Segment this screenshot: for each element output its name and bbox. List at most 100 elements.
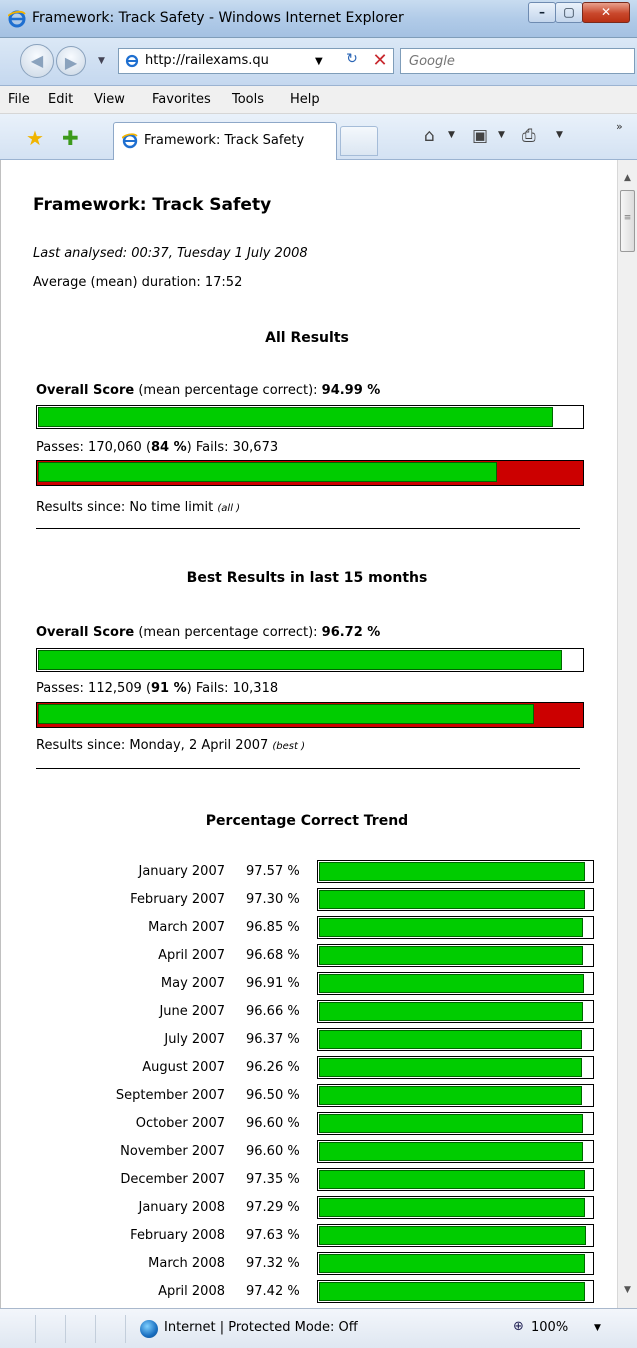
all-passes-fails: Passes: 170,060 (84 %) Fails: 30,673 [36,440,278,455]
trend-bar-fill [319,1058,582,1077]
status-segment [96,1315,126,1343]
best-overall-score: Overall Score (mean percentage correct):… [36,625,380,640]
score-description: (mean percentage correct): [134,625,322,640]
zoom-level[interactable]: 100% [531,1320,568,1335]
tab-framework-track-safety[interactable]: Framework: Track Safety [113,122,337,160]
trend-month: November 2007 [120,1144,225,1159]
fails-text: ) Fails: 10,318 [186,681,279,696]
trend-row: October 2007 96.60 % [33,1112,594,1135]
trend-row: June 2007 96.66 % [33,1000,594,1023]
best-pass-fill [38,704,534,724]
trend-bar [317,1056,594,1079]
trend-row: July 2007 96.37 % [33,1028,594,1051]
home-icon[interactable]: ⌂ [424,126,435,146]
menu-help[interactable]: Help [290,92,320,107]
trend-row: February 2007 97.30 % [33,888,594,911]
trend-bar [317,1084,594,1107]
feeds-icon[interactable]: ▣ [472,126,488,146]
trend-bar-fill [319,862,585,881]
recent-pages-dropdown[interactable]: ▼ [98,56,105,66]
page-viewport: Framework: Track Safety Last analysed: 0… [0,160,617,1308]
favorites-center-icon[interactable]: ★ [26,126,44,150]
new-tab-button[interactable] [340,126,378,156]
trend-bar [317,888,594,911]
scroll-up-arrow-icon[interactable]: ▲ [618,168,637,188]
forward-arrow-icon: ▶ [64,53,78,72]
scroll-down-arrow-icon[interactable]: ▼ [618,1280,637,1300]
trend-month: December 2007 [120,1172,225,1187]
trend-row: January 2008 97.29 % [33,1196,594,1219]
score-value: 96.72 % [321,625,381,640]
url-text[interactable]: http://railexams.qu [145,53,269,68]
title-bar: Framework: Track Safety - Windows Intern… [0,0,637,38]
trend-bar [317,1140,594,1163]
trend-bar-fill [319,890,585,909]
menu-edit[interactable]: Edit [48,92,73,107]
url-field[interactable]: http://railexams.qu ▼ ↻ ✕ [118,48,394,74]
scroll-thumb[interactable]: ≡ [620,190,635,252]
search-box[interactable] [400,48,635,74]
trend-row: April 2007 96.68 % [33,944,594,967]
best-results-since: Results since: Monday, 2 April 2007 (bes… [36,738,305,753]
zoom-dropdown-icon[interactable]: ▼ [594,1323,601,1333]
trend-bar-fill [319,1114,583,1133]
trend-percent: 96.60 % [246,1116,300,1131]
maximize-button[interactable]: ▢ [555,2,583,23]
close-button[interactable]: ✕ [582,2,630,23]
trend-heading: Percentage Correct Trend [205,813,409,829]
menu-favorites[interactable]: Favorites [152,92,211,107]
menu-view[interactable]: View [94,92,125,107]
forward-button[interactable]: ▶ [56,46,86,76]
back-button[interactable]: ◀ [20,44,54,78]
add-favorites-icon[interactable]: ✚ [62,126,79,150]
trend-month: February 2007 [130,892,225,907]
trend-row: December 2007 97.35 % [33,1168,594,1191]
trend-month: September 2007 [115,1088,225,1103]
minimize-button[interactable]: – [528,2,556,23]
url-dropdown-icon[interactable]: ▼ [315,56,323,67]
vertical-scrollbar[interactable]: ▲ ≡ ▼ [617,160,637,1308]
feeds-dropdown-icon[interactable]: ▼ [498,130,505,140]
trend-month: January 2007 [138,864,226,879]
trend-percent: 96.50 % [246,1088,300,1103]
menu-file[interactable]: File [8,92,30,107]
best-score-bar-fill [38,650,562,670]
trend-percent: 96.66 % [246,1004,300,1019]
passes-percent: 84 % [151,440,187,455]
fails-text: ) Fails: 30,673 [186,440,279,455]
trend-month: April 2007 [158,948,225,963]
trend-percent: 96.68 % [246,948,300,963]
trend-bar [317,1196,594,1219]
trend-percent: 96.37 % [246,1032,300,1047]
trend-month: May 2007 [160,976,225,991]
menu-tools[interactable]: Tools [232,92,264,107]
trend-row: February 2008 97.63 % [33,1224,594,1247]
best-passes-fails: Passes: 112,509 (91 %) Fails: 10,318 [36,681,278,696]
overall-score-label: Overall Score [36,383,135,398]
all-overall-score: Overall Score (mean percentage correct):… [36,383,380,398]
address-bar: ◀ ▶ ▼ http://railexams.qu ▼ ↻ ✕ [0,38,637,86]
home-dropdown-icon[interactable]: ▼ [448,130,455,140]
search-input[interactable] [401,49,634,73]
tab-page-icon [122,133,138,149]
trend-month: February 2008 [130,1228,225,1243]
trend-month: August 2007 [142,1060,225,1075]
print-dropdown-icon[interactable]: ▼ [556,130,563,140]
results-since-text: Results since: Monday, 2 April 2007 [36,738,273,753]
all-score-bar-fill [38,407,553,427]
passes-text: Passes: 112,509 ( [36,681,152,696]
trend-bar [317,944,594,967]
stop-icon[interactable]: ✕ [369,50,391,72]
trend-bar-fill [319,1030,582,1049]
zoom-icon[interactable]: ⊕ [513,1319,524,1334]
all-results-heading: All Results [265,330,349,346]
trend-month: January 2008 [138,1200,226,1215]
trend-percent: 97.63 % [246,1228,300,1243]
trend-bar-fill [319,1142,583,1161]
trend-percent: 97.35 % [246,1172,300,1187]
status-bar: Internet | Protected Mode: Off ⊕ 100% ▼ [0,1308,637,1348]
refresh-icon[interactable]: ↻ [341,51,363,71]
print-icon[interactable]: ⎙ [522,126,536,146]
security-zone-text[interactable]: Internet | Protected Mode: Off [164,1320,358,1335]
toolbar-overflow-icon[interactable]: » [616,120,623,133]
